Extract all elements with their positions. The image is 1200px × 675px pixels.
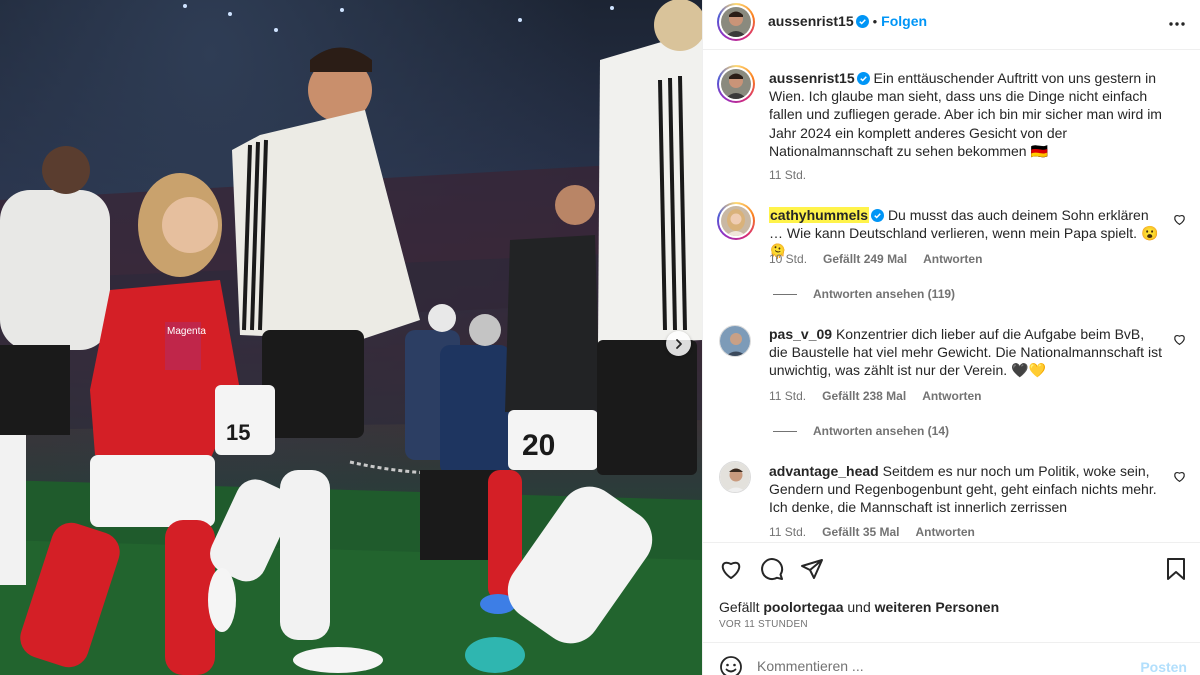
caption-avatar-image [721,69,751,99]
comment-3-username[interactable]: advantage_head [769,463,879,479]
separator-dot: • [872,13,878,29]
caption-username[interactable]: aussenrist15 [769,70,855,86]
comment-2-time[interactable]: 11 Std. [769,389,806,403]
comment-1-time[interactable]: 10 Std. [769,252,807,266]
comment-2-username[interactable]: pas_v_09 [769,326,832,342]
author-avatar-image [721,7,751,37]
banner-text: Magenta [167,326,206,337]
liked-by: Gefällt poolortegaa und weiteren Persone… [719,599,999,615]
liked-by-user[interactable]: poolortegaa [763,599,843,615]
verified-badge-icon [871,209,885,222]
post-time-ago[interactable]: VOR 11 STUNDEN [719,619,808,630]
comment-3-heart-icon[interactable] [1173,470,1186,483]
emoji-icon[interactable] [719,655,743,675]
caption-time[interactable]: 11 Std. [769,168,806,182]
bookmark-icon[interactable] [1165,557,1187,581]
share-icon[interactable] [800,557,824,581]
follow-button[interactable]: Folgen [881,13,927,29]
pas_v_09-avatar-image [720,326,750,356]
comment-1-view-replies[interactable]: Antworten ansehen (119) [773,287,955,301]
comment-input[interactable] [757,654,1117,675]
post-header: aussenrist15 • Folgen [703,0,1200,50]
next-arrow-icon [675,338,682,349]
verified-badge-icon [855,14,869,28]
replies-divider [773,430,797,432]
comment-2-reply-button[interactable]: Antworten [922,389,981,403]
comment-2-meta: 11 Std. Gefällt 238 Mal Antworten [769,389,982,403]
comment-1-likes[interactable]: Gefällt 249 Mal [823,252,907,266]
comment-1-view-replies-label: Antworten ansehen (119) [813,287,956,301]
comment-3-reply-button[interactable]: Antworten [916,525,975,539]
comment-2: pas_v_09 Konzentrier dich lieber auf die… [769,325,1164,380]
caption-meta: 11 Std. [769,168,806,182]
comment-3-time[interactable]: 11 Std. [769,525,806,539]
liked-by-prefix: Gefällt [719,599,760,615]
comment-avatar-pas_v_09[interactable] [719,325,751,357]
comment-3-meta: 11 Std. Gefällt 35 Mal Antworten [769,525,975,539]
post-photo[interactable]: Magenta 15 20 [0,0,702,675]
comment-2-heart-icon[interactable] [1173,333,1186,346]
comment-avatar-cathyhummels[interactable] [717,202,755,240]
verified-badge-icon [856,72,870,85]
replies-divider [773,293,797,295]
comment-2-view-replies[interactable]: Antworten ansehen (14) [773,424,949,438]
author-avatar[interactable] [717,3,755,41]
comment-3: advantage_head Seitdem es nur noch um Po… [769,462,1164,517]
author-username[interactable]: aussenrist15 [768,13,854,29]
comment-bar: Posten [703,642,1200,675]
next-image-button[interactable] [666,331,691,356]
comment-1-username[interactable]: cathyhummels [769,207,870,223]
heart-icon[interactable] [719,557,743,581]
comment-2-view-replies-label: Antworten ansehen (14) [813,424,950,438]
comment-3-likes[interactable]: Gefällt 35 Mal [822,525,899,539]
comment-1-reply-button[interactable]: Antworten [923,252,982,266]
post-actions: Gefällt poolortegaa und weiteren Persone… [703,542,1200,642]
photo-illustration: Magenta 15 20 [0,0,702,675]
jersey-number-20: 20 [522,429,555,462]
post-sidebar: aussenrist15 • Folgen aussenrist15 Ein e… [702,0,1200,675]
post-caption: aussenrist15 Ein enttäuschender Auftritt… [769,69,1164,160]
comment-avatar-advantage_head[interactable] [719,461,751,493]
caption-author-avatar[interactable] [717,65,755,103]
comment-1-heart-icon[interactable] [1173,213,1186,226]
more-options-icon[interactable] [1167,14,1187,34]
comment-2-likes[interactable]: Gefällt 238 Mal [822,389,906,403]
liked-by-others[interactable]: weiteren Personen [875,599,1000,615]
post-comment-button[interactable]: Posten [1140,659,1187,675]
advantage_head-avatar-image [720,462,750,492]
liked-by-middle: und [847,599,871,615]
jersey-number-15: 15 [226,420,250,445]
comment-icon[interactable] [760,557,784,581]
cathyhummels-avatar-image [721,206,751,236]
comment-1-meta: 10 Std. Gefällt 249 Mal Antworten [769,252,982,266]
